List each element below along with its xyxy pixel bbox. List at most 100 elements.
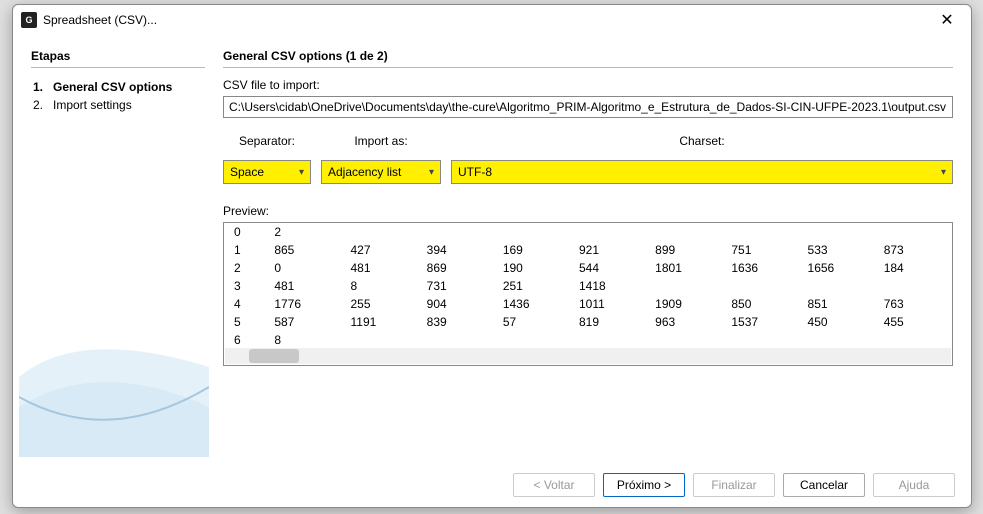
- table-cell: [876, 277, 952, 295]
- divider: [223, 67, 953, 68]
- csv-import-dialog: G Spreadsheet (CSV)... ✕ Etapas 1. Gener…: [12, 4, 972, 508]
- chevron-down-icon: ▾: [299, 167, 304, 178]
- table-cell: 2: [224, 259, 266, 277]
- table-row: 55871191839578199631537450455: [224, 313, 952, 331]
- table-cell: 0: [224, 223, 266, 241]
- table-cell: [571, 331, 647, 349]
- table-cell: 1656: [800, 259, 876, 277]
- table-cell: 4: [224, 295, 266, 313]
- table-row: 41776255904143610111909850851763: [224, 295, 952, 313]
- table-cell: 3: [224, 277, 266, 295]
- table-cell: 851: [800, 295, 876, 313]
- sidebar: Etapas 1. General CSV options 2. Import …: [19, 35, 211, 463]
- divider: [31, 67, 205, 68]
- charset-option: Charset: UTF-8 ▾: [451, 134, 953, 184]
- step-list: 1. General CSV options 2. Import setting…: [31, 78, 205, 114]
- table-cell: 0: [266, 259, 342, 277]
- step-label: General CSV options: [53, 80, 172, 94]
- table-cell: 869: [419, 259, 495, 277]
- table-cell: [571, 223, 647, 241]
- table-cell: [723, 277, 799, 295]
- table-cell: 1909: [647, 295, 723, 313]
- table-cell: 850: [723, 295, 799, 313]
- table-cell: 8: [266, 331, 342, 349]
- table-cell: [800, 331, 876, 349]
- separator-value: Space: [230, 165, 264, 179]
- dialog-body: Etapas 1. General CSV options 2. Import …: [13, 35, 971, 463]
- app-icon: G: [21, 12, 37, 28]
- table-row: 68: [224, 331, 952, 349]
- importas-select[interactable]: Adjacency list ▾: [321, 160, 441, 184]
- scrollbar-thumb[interactable]: [249, 349, 299, 363]
- table-cell: 169: [495, 241, 571, 259]
- close-icon[interactable]: ✕: [931, 10, 963, 30]
- table-cell: 1436: [495, 295, 571, 313]
- preview-label: Preview:: [223, 204, 953, 218]
- step-2[interactable]: 2. Import settings: [31, 96, 205, 114]
- table-cell: [419, 331, 495, 349]
- back-button: < Voltar: [513, 473, 595, 497]
- importas-value: Adjacency list: [328, 165, 401, 179]
- table-cell: 481: [266, 277, 342, 295]
- horizontal-scrollbar[interactable]: [225, 348, 951, 364]
- table-cell: 587: [266, 313, 342, 331]
- table-cell: [723, 223, 799, 241]
- table-row: 02: [224, 223, 952, 241]
- table-cell: 533: [800, 241, 876, 259]
- table-cell: 1537: [723, 313, 799, 331]
- next-button[interactable]: Próximo >: [603, 473, 685, 497]
- table-cell: 2: [266, 223, 342, 241]
- chevron-down-icon: ▾: [941, 167, 946, 178]
- table-cell: 1776: [266, 295, 342, 313]
- step-num: 1.: [31, 80, 43, 94]
- step-1[interactable]: 1. General CSV options: [31, 78, 205, 96]
- table-cell: 544: [571, 259, 647, 277]
- table-row: 348187312511418: [224, 277, 952, 295]
- table-cell: 184: [876, 259, 952, 277]
- table-cell: 839: [419, 313, 495, 331]
- finish-button: Finalizar: [693, 473, 775, 497]
- table-cell: 57: [495, 313, 571, 331]
- preview-table: 0218654273941699218997515338732048186919…: [224, 223, 952, 349]
- table-cell: 865: [266, 241, 342, 259]
- table-row: 1865427394169921899751533873: [224, 241, 952, 259]
- table-cell: [647, 223, 723, 241]
- table-cell: 190: [495, 259, 571, 277]
- preview-box[interactable]: 0218654273941699218997515338732048186919…: [223, 222, 953, 366]
- importas-label: Import as:: [321, 134, 441, 148]
- help-button: Ajuda: [873, 473, 955, 497]
- file-path-input[interactable]: [223, 96, 953, 118]
- charset-value: UTF-8: [458, 165, 492, 179]
- table-cell: 427: [342, 241, 418, 259]
- table-cell: 6: [224, 331, 266, 349]
- importas-option: Import as: Adjacency list ▾: [321, 134, 441, 184]
- table-cell: 1801: [647, 259, 723, 277]
- table-cell: 394: [419, 241, 495, 259]
- cancel-button[interactable]: Cancelar: [783, 473, 865, 497]
- table-cell: 731: [419, 277, 495, 295]
- table-cell: 1191: [342, 313, 418, 331]
- chevron-down-icon: ▾: [429, 167, 434, 178]
- table-cell: [495, 223, 571, 241]
- decorative-swoosh: [19, 317, 209, 457]
- table-cell: 763: [876, 295, 952, 313]
- table-cell: [876, 331, 952, 349]
- table-cell: 1418: [571, 277, 647, 295]
- table-cell: [723, 331, 799, 349]
- window-title: Spreadsheet (CSV)...: [43, 13, 931, 27]
- charset-label: Charset:: [451, 134, 953, 148]
- table-cell: [876, 223, 952, 241]
- sidebar-heading: Etapas: [31, 49, 205, 63]
- table-cell: 5: [224, 313, 266, 331]
- table-cell: 450: [800, 313, 876, 331]
- table-cell: [342, 223, 418, 241]
- table-cell: 751: [723, 241, 799, 259]
- table-cell: [647, 331, 723, 349]
- footer: < Voltar Próximo > Finalizar Cancelar Aj…: [13, 463, 971, 507]
- table-cell: 904: [419, 295, 495, 313]
- main-panel: General CSV options (1 de 2) CSV file to…: [211, 35, 965, 463]
- table-cell: 1: [224, 241, 266, 259]
- titlebar: G Spreadsheet (CSV)... ✕: [13, 5, 971, 35]
- charset-select[interactable]: UTF-8 ▾: [451, 160, 953, 184]
- separator-select[interactable]: Space ▾: [223, 160, 311, 184]
